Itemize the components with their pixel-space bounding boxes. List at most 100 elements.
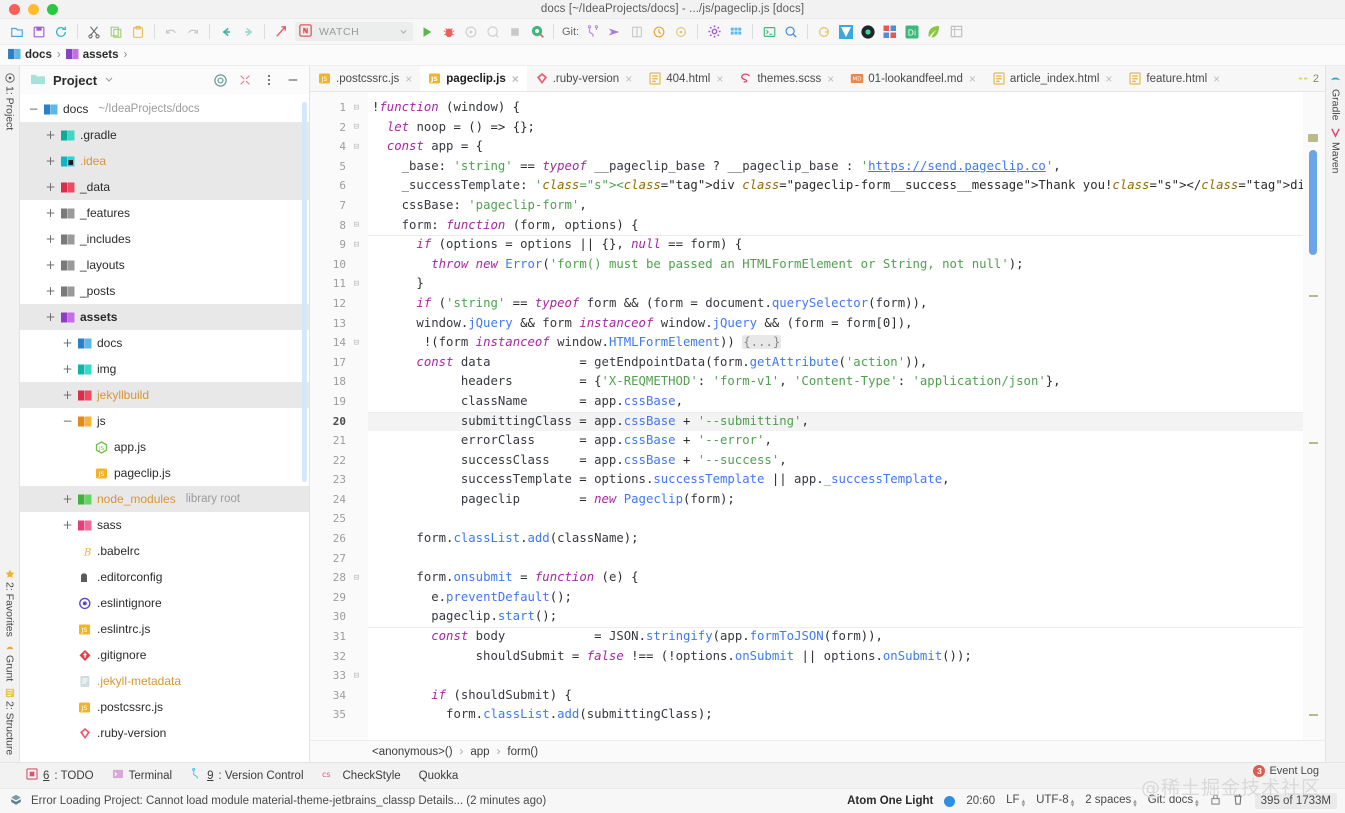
tree-item-gitignore[interactable]: .gitignore (20, 642, 309, 668)
line-number[interactable]: 21 (310, 431, 368, 451)
tree-item-js[interactable]: − js (20, 408, 309, 434)
bottom-tool-checkstyle[interactable]: cs CheckStyle (322, 768, 401, 783)
line-number[interactable]: 35 (310, 705, 368, 725)
status-error-message-group[interactable]: Error Loading Project: Cannot load modul… (9, 793, 546, 810)
editor-breadcrumb-item[interactable]: form() (507, 746, 538, 758)
code-line[interactable]: if (options = options || {}, null == for… (368, 235, 1303, 255)
bottom-tool-version-control[interactable]: 9: Version Control (190, 767, 304, 783)
expand-toggle-icon[interactable]: + (45, 311, 56, 323)
line-number[interactable]: 27 (310, 549, 368, 569)
git-push-icon[interactable] (604, 21, 626, 43)
line-number-gutter[interactable]: 1 ⊟ 2 ⊟ 4 ⊟ 5 6 7 8 ⊟ 9 ⊟ 10 11 ⊟ 12 13 14 ⊟ 17 18 19 20 21 22 23 2… (310, 92, 368, 740)
code-line[interactable]: successTemplate = options.successTemplat… (368, 470, 1303, 490)
code-fold-icon[interactable]: ⊟ (351, 235, 362, 255)
editor-tab-01-lookandfeel-md[interactable]: MD 01-lookandfeel.md × (842, 66, 984, 91)
tree-item-posts[interactable]: + _posts (20, 278, 309, 304)
sync-icon[interactable] (50, 21, 72, 43)
sidebar-item-gradle[interactable]: Gradle (1330, 72, 1342, 123)
code-line[interactable]: pageclip.start(); (368, 607, 1303, 627)
line-separator[interactable]: LF ▴ ▾ (1006, 794, 1025, 809)
save-all-icon[interactable] (28, 21, 50, 43)
collapse-toggle-icon[interactable]: − (62, 415, 73, 427)
cut-icon[interactable] (83, 21, 105, 43)
line-number[interactable]: 19 (310, 392, 368, 412)
line-number[interactable]: 26 (310, 529, 368, 549)
code-line[interactable]: form: function (form, options) { (368, 216, 1303, 236)
line-number[interactable]: 10 (310, 255, 368, 275)
tree-item-jekyll-metadata[interactable]: .jekyll-metadata (20, 668, 309, 694)
settings-gear-icon[interactable] (703, 21, 725, 43)
project-chevron-down-icon[interactable] (104, 73, 114, 87)
run-with-coverage-icon[interactable] (460, 21, 482, 43)
tree-item-sass[interactable]: + sass (20, 512, 309, 538)
code-line[interactable]: headers = {'X-REQMETHOD': 'form-v1', 'Co… (368, 372, 1303, 392)
ide-plugin-chart-icon[interactable] (879, 21, 901, 43)
sidebar-item-favorites[interactable]: 2: Favorites (4, 566, 16, 640)
tree-item-eslintrc-js[interactable]: JS .eslintrc.js (20, 616, 309, 642)
editor-tab-404-html[interactable]: 404.html × (640, 66, 731, 91)
code-line[interactable]: } (368, 274, 1303, 294)
editor-tab-postcssrc-js[interactable]: JS .postcssrc.js × (310, 66, 420, 91)
project-structure-icon[interactable] (725, 21, 747, 43)
code-line[interactable]: if (shouldSubmit) { (368, 686, 1303, 706)
sidebar-item-maven[interactable]: Maven (1330, 125, 1342, 176)
code-fold-icon[interactable]: ⊟ (351, 666, 362, 686)
expand-toggle-icon[interactable]: + (45, 181, 56, 193)
trash-icon[interactable] (1232, 793, 1244, 809)
terminal-icon[interactable] (758, 21, 780, 43)
line-number[interactable]: 31 (310, 627, 368, 647)
code-line[interactable]: const app = { (368, 137, 1303, 157)
theme-color-swatch[interactable] (944, 795, 956, 807)
reload-changes-icon[interactable] (813, 21, 835, 43)
code-line[interactable]: form.classList.add(submittingClass); (368, 705, 1303, 725)
sidebar-item-grunt[interactable]: Grunt (4, 639, 16, 684)
line-number[interactable]: 13 (310, 314, 368, 334)
tree-item-img[interactable]: + img (20, 356, 309, 382)
tree-item-eslintignore[interactable]: .eslintignore (20, 590, 309, 616)
git-update-icon[interactable] (626, 21, 648, 43)
ide-plugin-db-icon[interactable]: Di (901, 21, 923, 43)
tree-item-pageclip-js[interactable]: JS pageclip.js (20, 460, 309, 486)
git-revert-icon[interactable] (648, 21, 670, 43)
line-number[interactable]: 17 (310, 353, 368, 373)
ide-plugin-leaf-icon[interactable] (923, 21, 945, 43)
chevron-down-icon[interactable] (399, 25, 408, 39)
code-line[interactable]: pageclip = new Pageclip(form); (368, 490, 1303, 510)
code-line[interactable]: window.jQuery && form instanceof window.… (368, 314, 1303, 334)
file-encoding[interactable]: UTF-8 ▴ ▾ (1036, 794, 1074, 809)
editor-tab-article-index-html[interactable]: article_index.html × (984, 66, 1121, 91)
expand-toggle-icon[interactable]: + (45, 233, 56, 245)
git-branch-icon[interactable] (582, 21, 604, 43)
open-folder-icon[interactable] (6, 21, 28, 43)
run-button[interactable] (416, 21, 438, 43)
line-number[interactable]: 22 (310, 451, 368, 471)
ide-plugin-blue-icon[interactable] (835, 21, 857, 43)
line-number[interactable]: 5 (310, 157, 368, 177)
editor-tab-ruby-version[interactable]: .ruby-version × (527, 66, 640, 91)
tree-item-data[interactable]: + _data (20, 174, 309, 200)
editor-scroll-markers[interactable] (1303, 92, 1325, 740)
search-icon[interactable] (780, 21, 802, 43)
code-editor[interactable]: 1 ⊟ 2 ⊟ 4 ⊟ 5 6 7 8 ⊟ 9 ⊟ 10 11 ⊟ 12 13 14 ⊟ 17 18 19 20 21 22 23 2… (310, 92, 1325, 740)
tree-item-babelrc[interactable]: B .babelrc (20, 538, 309, 564)
inspect-icon[interactable] (526, 21, 548, 43)
code-fold-icon[interactable]: ⊟ (351, 98, 362, 118)
forward-arrow-icon[interactable] (237, 21, 259, 43)
expand-toggle-icon[interactable]: + (62, 493, 73, 505)
sidebar-item-project[interactable]: 1: Project (4, 70, 16, 133)
expand-toggle-icon[interactable]: + (62, 519, 73, 531)
git-branch-status[interactable]: Git: docs ▴ ▾ (1148, 794, 1199, 809)
inspection-warning-badge[interactable]: 2 (1298, 73, 1319, 85)
code-line[interactable]: const body = JSON.stringify(app.formToJS… (368, 627, 1303, 647)
debug-button[interactable] (438, 21, 460, 43)
scroll-from-source-icon[interactable] (212, 72, 229, 89)
close-tab-icon[interactable]: × (512, 73, 519, 85)
line-number[interactable]: 12 (310, 294, 368, 314)
bottom-tool-todo[interactable]: 6: TODO (26, 768, 94, 783)
line-number[interactable]: 18 (310, 372, 368, 392)
code-line[interactable] (368, 509, 1303, 529)
code-fold-icon[interactable]: ⊟ (351, 274, 362, 294)
line-number[interactable]: 24 (310, 490, 368, 510)
code-line[interactable]: if ('string' == typeof form && (form = d… (368, 294, 1303, 314)
hide-panel-icon[interactable] (284, 72, 301, 89)
